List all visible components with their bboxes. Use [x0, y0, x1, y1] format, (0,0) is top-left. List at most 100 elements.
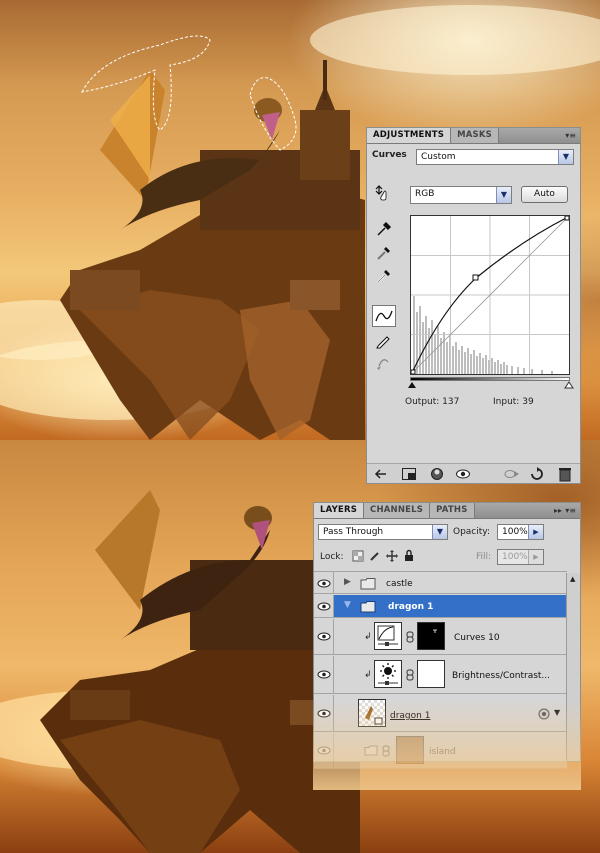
- channel-dropdown[interactable]: RGB ▼: [410, 186, 512, 204]
- visibility-eye-icon[interactable]: [455, 467, 471, 481]
- input-label: Input:: [493, 397, 520, 407]
- folder-icon: [360, 578, 376, 590]
- layer-mask-thumbnail[interactable]: [417, 622, 445, 650]
- expand-arrow-icon[interactable]: ▶: [344, 577, 351, 587]
- opacity-value: 100%: [502, 527, 528, 537]
- layer-row-curves[interactable]: ↲ Curves 10: [314, 619, 567, 655]
- chevron-down-icon: ▼: [432, 525, 447, 539]
- auto-button[interactable]: Auto: [521, 186, 568, 203]
- layer-effects-icon[interactable]: [538, 708, 550, 720]
- chevron-down-icon[interactable]: ▼: [554, 708, 560, 717]
- curves-adjustment-thumbnail[interactable]: [374, 622, 402, 650]
- chevron-right-icon: ▶: [528, 525, 543, 539]
- layers-scrollbar[interactable]: ▲: [566, 573, 580, 761]
- folder-icon: [360, 601, 376, 613]
- chevron-down-icon: ▼: [496, 187, 511, 203]
- lock-transparency-icon[interactable]: [352, 550, 364, 562]
- input-readout: Input: 39: [493, 397, 534, 407]
- lock-label: Lock:: [320, 552, 344, 562]
- clipping-arrow-icon: ↲: [364, 670, 372, 680]
- channel-value: RGB: [415, 189, 435, 199]
- chevron-right-icon: ▶: [528, 550, 543, 564]
- opacity-field[interactable]: 100% ▶: [497, 524, 544, 540]
- panel-menu-icon[interactable]: ▾≡: [565, 131, 576, 140]
- expanded-view-icon[interactable]: [401, 467, 417, 481]
- trash-icon[interactable]: [557, 466, 573, 482]
- input-gradient-bar: [410, 377, 570, 381]
- island-layer-thumbnail[interactable]: [396, 736, 424, 764]
- visibility-eye-icon[interactable]: [317, 709, 331, 718]
- adjustments-panel: ADJUSTMENTS MASKS ▾≡ Curves Custom ▼ RGB…: [366, 127, 581, 484]
- clip-to-layer-icon[interactable]: [429, 467, 445, 481]
- blend-mode-dropdown[interactable]: Pass Through ▼: [318, 524, 448, 540]
- curve-points-icon[interactable]: [372, 305, 396, 327]
- link-chain-icon[interactable]: [382, 745, 390, 757]
- output-value: 137: [442, 397, 460, 407]
- visibility-eye-icon[interactable]: [317, 602, 331, 611]
- pencil-draw-icon[interactable]: [375, 333, 393, 349]
- layer-name[interactable]: Curves 10: [454, 633, 500, 643]
- layer-row-island[interactable]: island: [314, 733, 567, 769]
- tab-layers[interactable]: LAYERS: [314, 503, 365, 518]
- scroll-up-icon[interactable]: ▲: [570, 575, 575, 583]
- tab-adjustments[interactable]: ADJUSTMENTS: [367, 128, 452, 143]
- blend-mode-value: Pass Through: [323, 527, 384, 537]
- fill-label: Fill:: [476, 552, 492, 562]
- tab-channels[interactable]: CHANNELS: [364, 503, 431, 518]
- collapse-icon[interactable]: ▸▸: [554, 506, 562, 515]
- black-point-slider-icon[interactable]: [407, 381, 417, 389]
- input-value: 39: [522, 397, 534, 407]
- layer-name[interactable]: dragon 1: [388, 602, 433, 612]
- output-readout: Output: 137: [405, 397, 459, 407]
- reset-icon[interactable]: [529, 467, 545, 481]
- fill-value: 100%: [502, 552, 528, 562]
- layers-tab-bar: LAYERS CHANNELS PATHS ▸▸ ▾≡: [314, 503, 580, 519]
- lock-all-icon[interactable]: [403, 549, 415, 562]
- collapse-arrow-icon[interactable]: ▼: [344, 600, 351, 610]
- layer-row-dragon-smart-object[interactable]: dragon 1 ▼: [314, 695, 567, 732]
- lock-position-icon[interactable]: [386, 550, 398, 562]
- curve-plot[interactable]: [410, 215, 570, 375]
- chevron-down-icon: ▼: [558, 150, 573, 164]
- black-point-eyedropper-icon[interactable]: [375, 220, 393, 238]
- clipping-arrow-icon: ↲: [364, 632, 372, 642]
- tab-masks[interactable]: MASKS: [451, 128, 499, 143]
- visibility-eye-icon[interactable]: [317, 670, 331, 679]
- visibility-eye-icon[interactable]: [317, 632, 331, 641]
- layer-row-dragon-group[interactable]: ▼ dragon 1: [314, 595, 567, 618]
- brightness-adjustment-thumbnail[interactable]: [374, 660, 402, 688]
- lock-pixels-icon[interactable]: [369, 550, 381, 562]
- layers-panel: LAYERS CHANNELS PATHS ▸▸ ▾≡ Pass Through…: [313, 502, 581, 769]
- panel-menu-icon[interactable]: ▾≡: [565, 506, 576, 515]
- layer-name[interactable]: dragon 1: [390, 711, 430, 721]
- layer-row-castle[interactable]: ▶ castle: [314, 571, 567, 594]
- adjustment-type-label: Curves: [372, 150, 407, 160]
- adjustments-tab-bar: ADJUSTMENTS MASKS ▾≡: [367, 128, 580, 144]
- preset-dropdown[interactable]: Custom ▼: [416, 149, 574, 165]
- link-chain-icon[interactable]: [406, 631, 414, 643]
- tab-paths[interactable]: PATHS: [430, 503, 475, 518]
- opacity-label: Opacity:: [453, 527, 490, 537]
- preset-value: Custom: [421, 152, 456, 162]
- curve-graph[interactable]: [410, 215, 570, 375]
- fill-field[interactable]: 100% ▶: [497, 549, 544, 565]
- link-chain-icon[interactable]: [406, 669, 414, 681]
- folder-icon: [364, 745, 378, 756]
- adjustments-bottom-bar: [367, 463, 580, 483]
- back-arrow-icon[interactable]: [373, 467, 389, 481]
- layer-mask-thumbnail[interactable]: [417, 660, 445, 688]
- on-image-adjust-icon[interactable]: [373, 184, 393, 202]
- previous-state-icon[interactable]: [503, 467, 521, 481]
- white-point-eyedropper-icon[interactable]: [375, 267, 393, 285]
- visibility-eye-icon[interactable]: [317, 746, 331, 755]
- white-point-slider-icon[interactable]: [564, 381, 574, 389]
- smooth-icon[interactable]: [375, 354, 393, 372]
- layer-row-brightness-contrast[interactable]: ↲ Brightness/Contrast...: [314, 656, 567, 694]
- layer-name[interactable]: Brightness/Contrast...: [452, 671, 550, 681]
- output-label: Output:: [405, 397, 440, 407]
- gray-point-eyedropper-icon[interactable]: [375, 244, 393, 262]
- layer-name[interactable]: island: [429, 747, 456, 757]
- layer-name[interactable]: castle: [386, 579, 413, 589]
- dragon-layer-thumbnail[interactable]: [358, 699, 386, 727]
- visibility-eye-icon[interactable]: [317, 579, 331, 588]
